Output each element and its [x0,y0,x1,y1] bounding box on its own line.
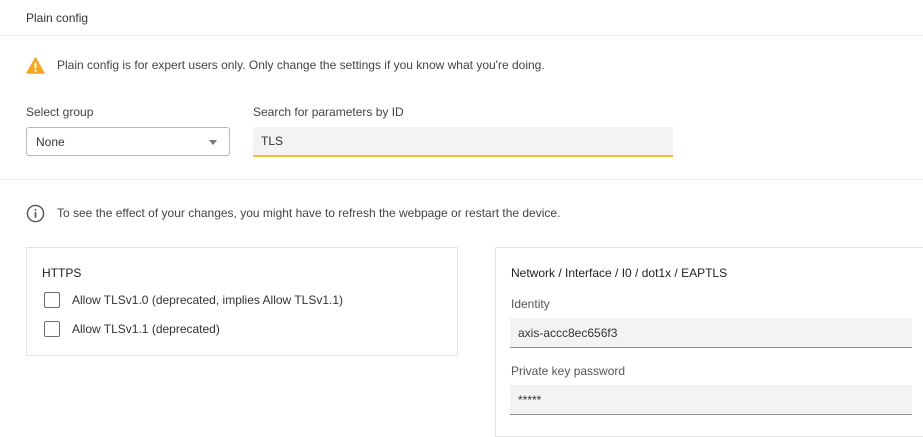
select-group-value: None [36,135,65,149]
section-divider [0,179,923,180]
allow-tlsv1-0-option[interactable]: Allow TLSv1.0 (deprecated, implies Allow… [44,291,343,309]
allow-tlsv1-1-label: Allow TLSv1.1 (deprecated) [72,322,220,336]
warning-triangle-icon [26,56,45,74]
page-header: Plain config [0,0,923,36]
eaptls-card-title: Network / Interface / I0 / dot1x / EAPTL… [511,266,728,280]
search-parameters-input[interactable] [253,127,673,157]
expert-warning: Plain config is for expert users only. O… [26,56,545,74]
select-group-label: Select group [26,105,94,119]
info-text: To see the effect of your changes, you m… [57,206,561,220]
identity-field[interactable] [510,318,912,348]
warning-text: Plain config is for expert users only. O… [57,58,545,72]
allow-tlsv1-0-label: Allow TLSv1.0 (deprecated, implies Allow… [72,293,344,307]
identity-label: Identity [511,297,550,311]
refresh-info: To see the effect of your changes, you m… [26,203,560,223]
page-title: Plain config [26,11,89,25]
allow-tlsv1-1-option[interactable]: Allow TLSv1.1 (deprecated) [44,320,220,338]
private-key-password-label: Private key password [511,364,626,378]
select-group-dropdown[interactable]: None [26,127,230,156]
https-settings-card: HTTPS Allow TLSv1.0 (deprecated, implies… [26,247,458,356]
private-key-password-field[interactable] [510,385,912,415]
search-label: Search for parameters by ID [253,105,404,119]
allow-tlsv1-0-checkbox[interactable] [44,292,60,308]
https-card-title: HTTPS [42,266,82,280]
info-circle-icon [26,204,45,222]
chevron-down-icon [209,140,217,145]
allow-tlsv1-1-checkbox[interactable] [44,321,60,337]
eaptls-settings-card: Network / Interface / I0 / dot1x / EAPTL… [495,247,923,437]
